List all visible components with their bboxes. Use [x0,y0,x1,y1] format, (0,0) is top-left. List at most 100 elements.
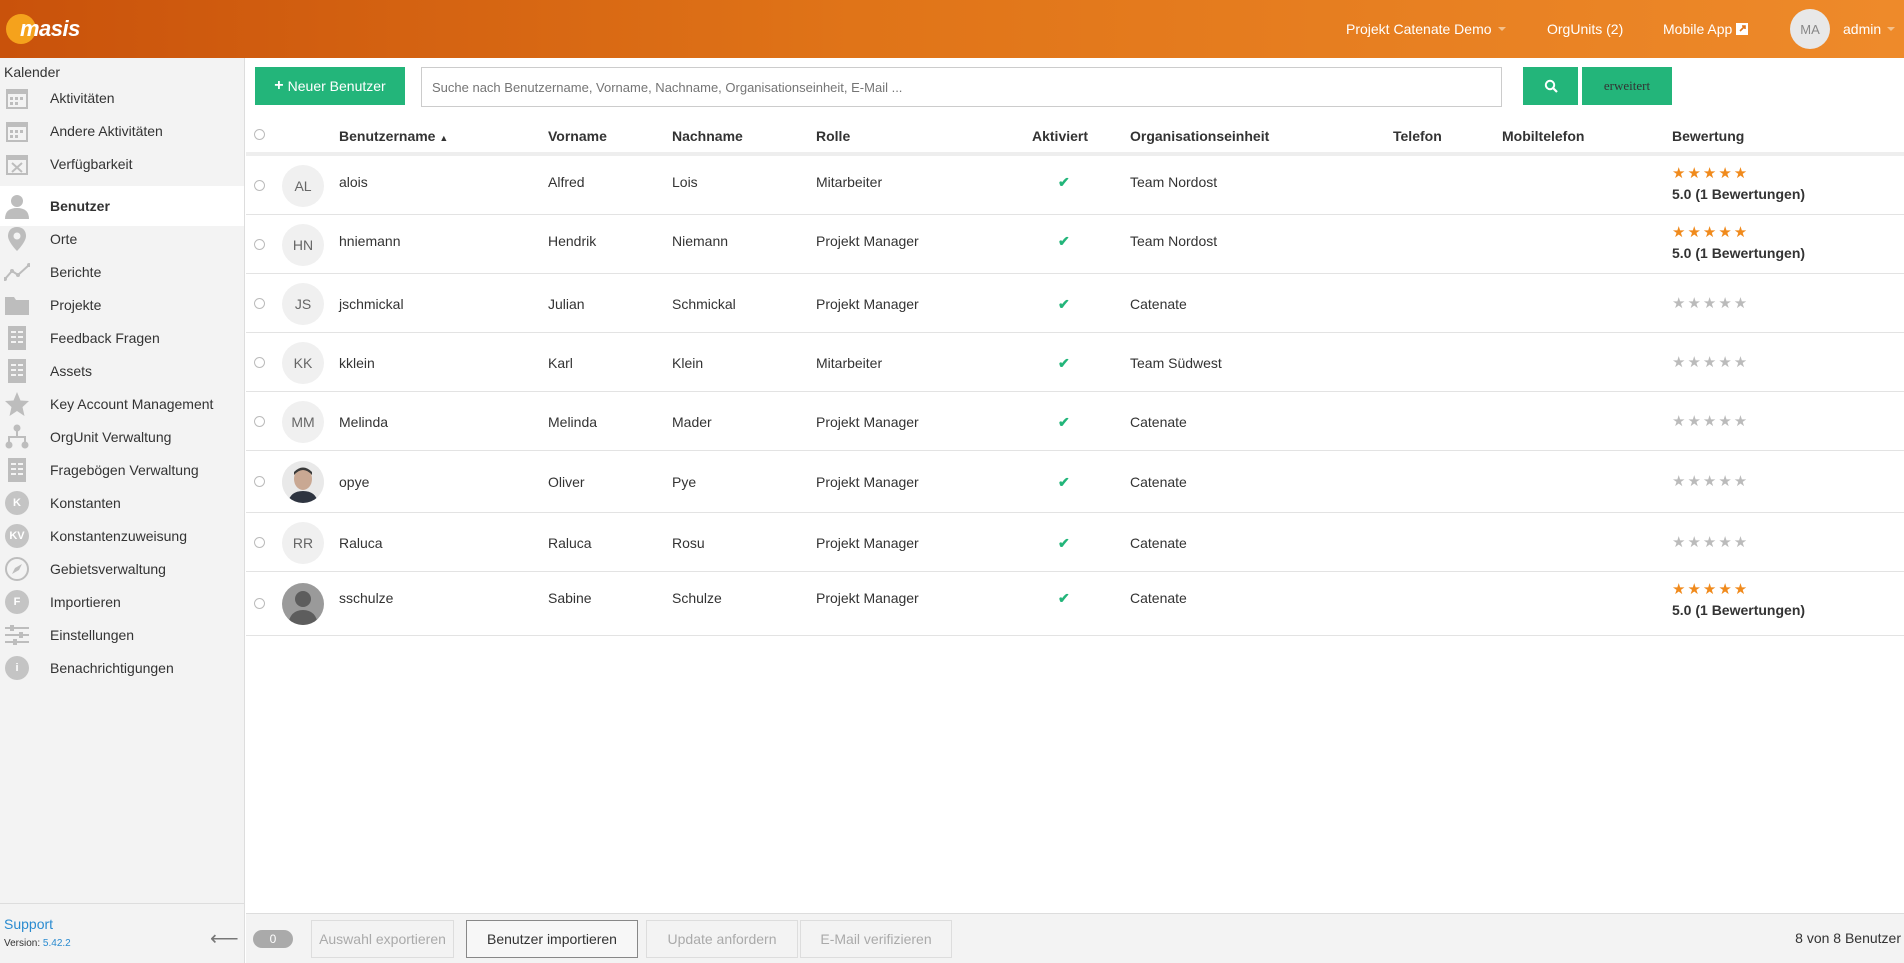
table-row[interactable]: JS jschmickal Julian Schmickal Projekt Manag… [246,274,1904,333]
role-cell: Projekt Manager [816,534,919,551]
sidebar-item-label: Benachrichtigungen [50,660,174,676]
chevron-down-icon [1887,27,1896,31]
document-icon [4,457,30,483]
masis-logo[interactable]: masis [4,8,80,50]
column-role[interactable]: Rolle [816,128,850,144]
version-number[interactable]: 5.42.2 [43,938,71,949]
line-chart-icon [4,259,30,285]
username-cell[interactable]: sschulze [339,590,393,606]
table-row[interactable]: MM Melinda Melinda Mader Projekt Manager ✔ Cat… [246,392,1904,451]
kv-circle-icon-glyph: KV [5,524,29,548]
mobile-app-link[interactable]: Mobile App [1663,0,1749,58]
column-rating[interactable]: Bewertung [1672,128,1744,144]
row-select-radio[interactable] [254,598,265,609]
sidebar-footer: Support Version: 5.42.2 ⟵ [0,903,244,963]
k-circle-icon: K [4,490,30,516]
search-icon [1544,79,1558,93]
sliders-icon [4,622,30,648]
username-cell[interactable]: Raluca [339,535,383,551]
activated-check-icon: ✔ [1058,413,1070,430]
firstname-cell: Julian [548,295,585,312]
firstname-cell: Oliver [548,474,585,490]
column-username[interactable]: Benutzername ▲ [339,128,448,144]
table-row[interactable]: KK kklein Karl Klein Mitarbeiter ✔ Team Südwes… [246,333,1904,392]
advanced-search-button[interactable]: erweitert [1582,67,1672,105]
avatar [282,461,324,503]
sidebar-item-label: Importieren [50,594,121,610]
column-lastname[interactable]: Nachname [672,128,743,144]
column-activated[interactable]: Aktiviert [1032,128,1088,144]
verify-email-button[interactable]: E-Mail verifizieren [800,920,952,958]
info-icon-glyph: i [5,656,29,680]
column-mobile[interactable]: Mobiltelefon [1502,128,1584,144]
orgunit-cell: Team Nordost [1130,233,1218,249]
select-all-radio[interactable] [254,129,265,140]
table-row[interactable]: HN hniemann Hendrik Niemann Projekt Manager ✔… [246,215,1904,274]
column-firstname[interactable]: Vorname [548,128,607,144]
sidebar-item-label: Verfügbarkeit [50,156,133,172]
sidebar-item-benachrichtigungen[interactable]: i Benachrichtigungen [0,648,244,688]
avatar: RR [282,521,324,564]
row-select-radio[interactable] [254,238,265,250]
export-selection-button[interactable]: Auswahl exportieren [311,920,454,958]
avatar: AL [282,164,324,207]
default-avatar-icon [288,591,318,625]
f-circle-icon: F [4,589,30,615]
project-selector[interactable]: Projekt Catenate Demo [1346,0,1506,58]
orgunit-cell: Catenate [1130,590,1187,606]
plus-icon: + [274,77,284,94]
table-row[interactable]: opye Oliver Pye Projekt Manager ✔ Catenate ★★★… [246,451,1904,513]
sidebar-item-label: Berichte [50,264,102,280]
search-button[interactable] [1523,67,1578,105]
import-users-button[interactable]: Benutzer importieren [466,920,638,958]
username-cell[interactable]: kklein [339,355,375,371]
username-cell[interactable]: opye [339,474,369,490]
role-cell: Mitarbeiter [816,354,883,371]
request-update-button[interactable]: Update anfordern [646,920,798,958]
avatar: KK [282,341,324,384]
lastname-cell: Lois [672,174,698,190]
username-cell[interactable]: Melinda [339,414,388,430]
collapse-sidebar-icon[interactable]: ⟵ [210,926,239,951]
rating-stars-icon: ★★★★★ [1672,224,1750,241]
table-row[interactable]: sschulze Sabine Schulze Projekt Manager ✔ Cat… [246,572,1904,636]
row-select-radio[interactable] [254,536,265,548]
support-link[interactable]: Support [4,916,53,932]
user-avatar[interactable]: MA [1790,9,1830,49]
row-select-radio[interactable] [254,415,265,427]
user-photo [282,461,324,503]
avatar [282,583,324,625]
user-menu[interactable]: admin [1843,0,1896,58]
footer-bar: 0 Auswahl exportieren Benutzer importier… [246,913,1904,963]
f-circle-icon-glyph: F [5,590,29,614]
orgunit-cell: Catenate [1130,295,1187,312]
username-cell[interactable]: hniemann [339,233,401,249]
search-input[interactable] [421,67,1502,107]
username-cell[interactable]: jschmickal [339,296,404,312]
new-user-button[interactable]: + Neuer Benutzer [255,67,405,105]
column-orgunit[interactable]: Organisationseinheit [1130,128,1269,144]
sidebar-item-label: OrgUnit Verwaltung [50,429,172,445]
orgunits-link[interactable]: OrgUnits (2) [1547,0,1623,58]
calendar-icon [4,85,30,111]
role-cell: Mitarbeiter [816,174,883,190]
table-row[interactable]: AL alois Alfred Lois Mitarbeiter ✔ Team Nordos… [246,156,1904,215]
table-row[interactable]: RR Raluca Raluca Rosu Projekt Manager ✔ Catena… [246,513,1904,572]
lastname-cell: Pye [672,474,697,490]
hierarchy-icon [4,424,30,450]
row-select-radio[interactable] [254,356,265,368]
k-circle-icon-glyph: K [5,491,29,515]
row-select-radio[interactable] [254,476,265,487]
avatar: HN [282,223,324,266]
rating-stars-icon: ★★★★★ [1672,353,1750,371]
row-select-radio[interactable] [254,297,265,309]
firstname-cell: Hendrik [548,233,597,249]
sort-asc-icon: ▲ [439,133,449,143]
column-phone[interactable]: Telefon [1393,128,1442,144]
lastname-cell: Rosu [672,534,705,551]
row-select-radio[interactable] [254,179,265,191]
activated-check-icon: ✔ [1058,590,1070,606]
sidebar-item-verfügbarkeit[interactable]: Verfügbarkeit [0,144,244,184]
username-cell[interactable]: alois [339,174,368,190]
logo-text: masis [20,16,80,41]
